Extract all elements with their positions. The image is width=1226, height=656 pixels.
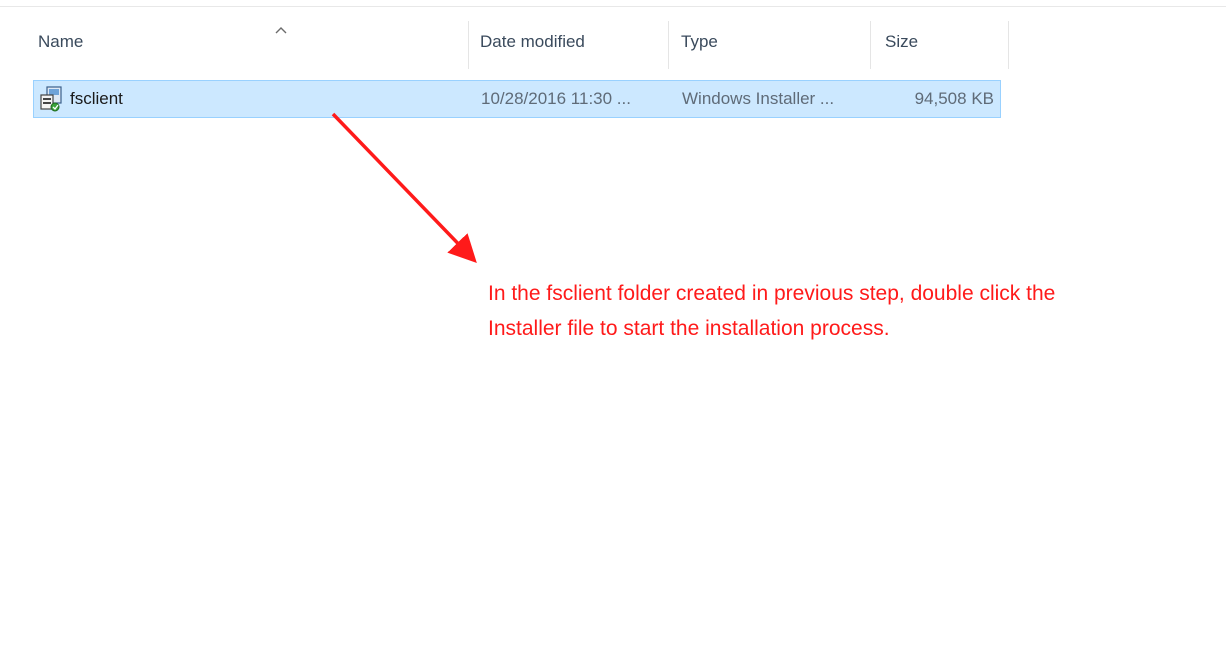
column-header-type-label: Type — [681, 32, 718, 51]
column-header-bar: Name Date modified Type Size — [0, 7, 1226, 77]
file-name: fsclient — [70, 89, 123, 108]
file-date-modified: 10/28/2016 11:30 ... — [481, 89, 631, 108]
file-size: 94,508 KB — [914, 89, 994, 108]
column-header-type[interactable]: Type — [668, 7, 870, 77]
file-type: Windows Installer ... — [682, 89, 835, 108]
column-header-date-modified-label: Date modified — [480, 32, 585, 51]
column-header-name-label: Name — [38, 32, 84, 51]
instruction-line-1: In the fsclient folder created in previo… — [488, 282, 1056, 305]
column-header-date-modified[interactable]: Date modified — [468, 7, 668, 77]
instruction-annotation: In the fsclient folder created in previo… — [488, 276, 1208, 346]
instruction-line-2: Installer file to start the installation… — [488, 317, 890, 340]
chevron-up-icon — [275, 27, 287, 34]
column-header-size[interactable]: Size — [870, 7, 1008, 77]
column-separator[interactable] — [1008, 21, 1009, 69]
column-header-name[interactable]: Name — [38, 7, 468, 77]
column-header-size-label: Size — [885, 32, 919, 51]
file-row-fsclient[interactable]: fsclient 10/28/2016 11:30 ... Windows In… — [33, 80, 1001, 118]
windows-installer-icon — [40, 86, 62, 112]
